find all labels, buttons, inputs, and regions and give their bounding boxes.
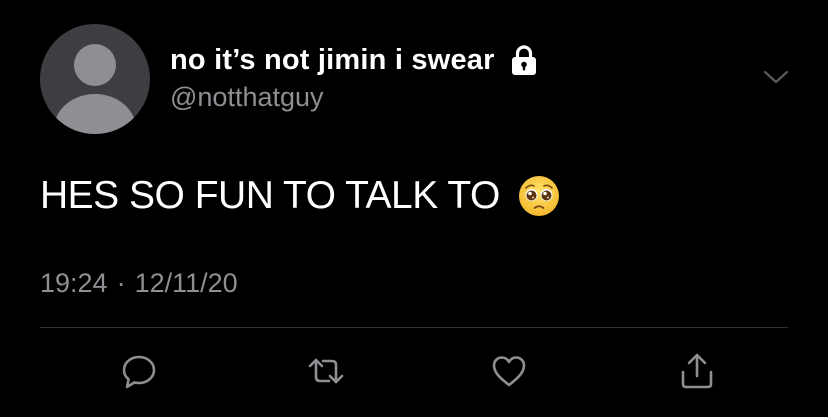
retweet-button[interactable] — [305, 350, 347, 392]
divider — [40, 327, 788, 328]
tweet-time[interactable]: 19:24 — [40, 268, 108, 299]
avatar-head — [74, 44, 116, 86]
pleading-face-emoji-icon — [518, 175, 560, 217]
chevron-down-icon[interactable] — [762, 66, 790, 88]
tweet-body: HES SO FUN TO TALK TO — [40, 174, 500, 217]
reply-button[interactable] — [118, 350, 160, 392]
name-row: no it’s not jimin i swear — [170, 40, 539, 80]
handle[interactable]: @notthatguy — [170, 82, 324, 113]
lock-icon — [509, 44, 539, 76]
retweet-icon — [308, 358, 344, 384]
avatar[interactable] — [40, 24, 150, 134]
display-name[interactable]: no it’s not jimin i swear — [170, 44, 495, 77]
like-button[interactable] — [488, 350, 530, 392]
tweet-date[interactable]: 12/11/20 — [135, 268, 238, 299]
avatar-shoulders — [54, 94, 136, 134]
timestamp-row: 19:24 · 12/11/20 — [40, 268, 238, 299]
heart-icon — [492, 356, 526, 387]
reply-icon — [122, 355, 156, 389]
tweet: no it’s not jimin i swear @notthatguy HE… — [0, 0, 828, 417]
share-icon — [681, 353, 713, 389]
tweet-text: HES SO FUN TO TALK TO — [40, 170, 560, 222]
meta-separator: · — [116, 268, 126, 298]
share-button[interactable] — [676, 350, 718, 392]
